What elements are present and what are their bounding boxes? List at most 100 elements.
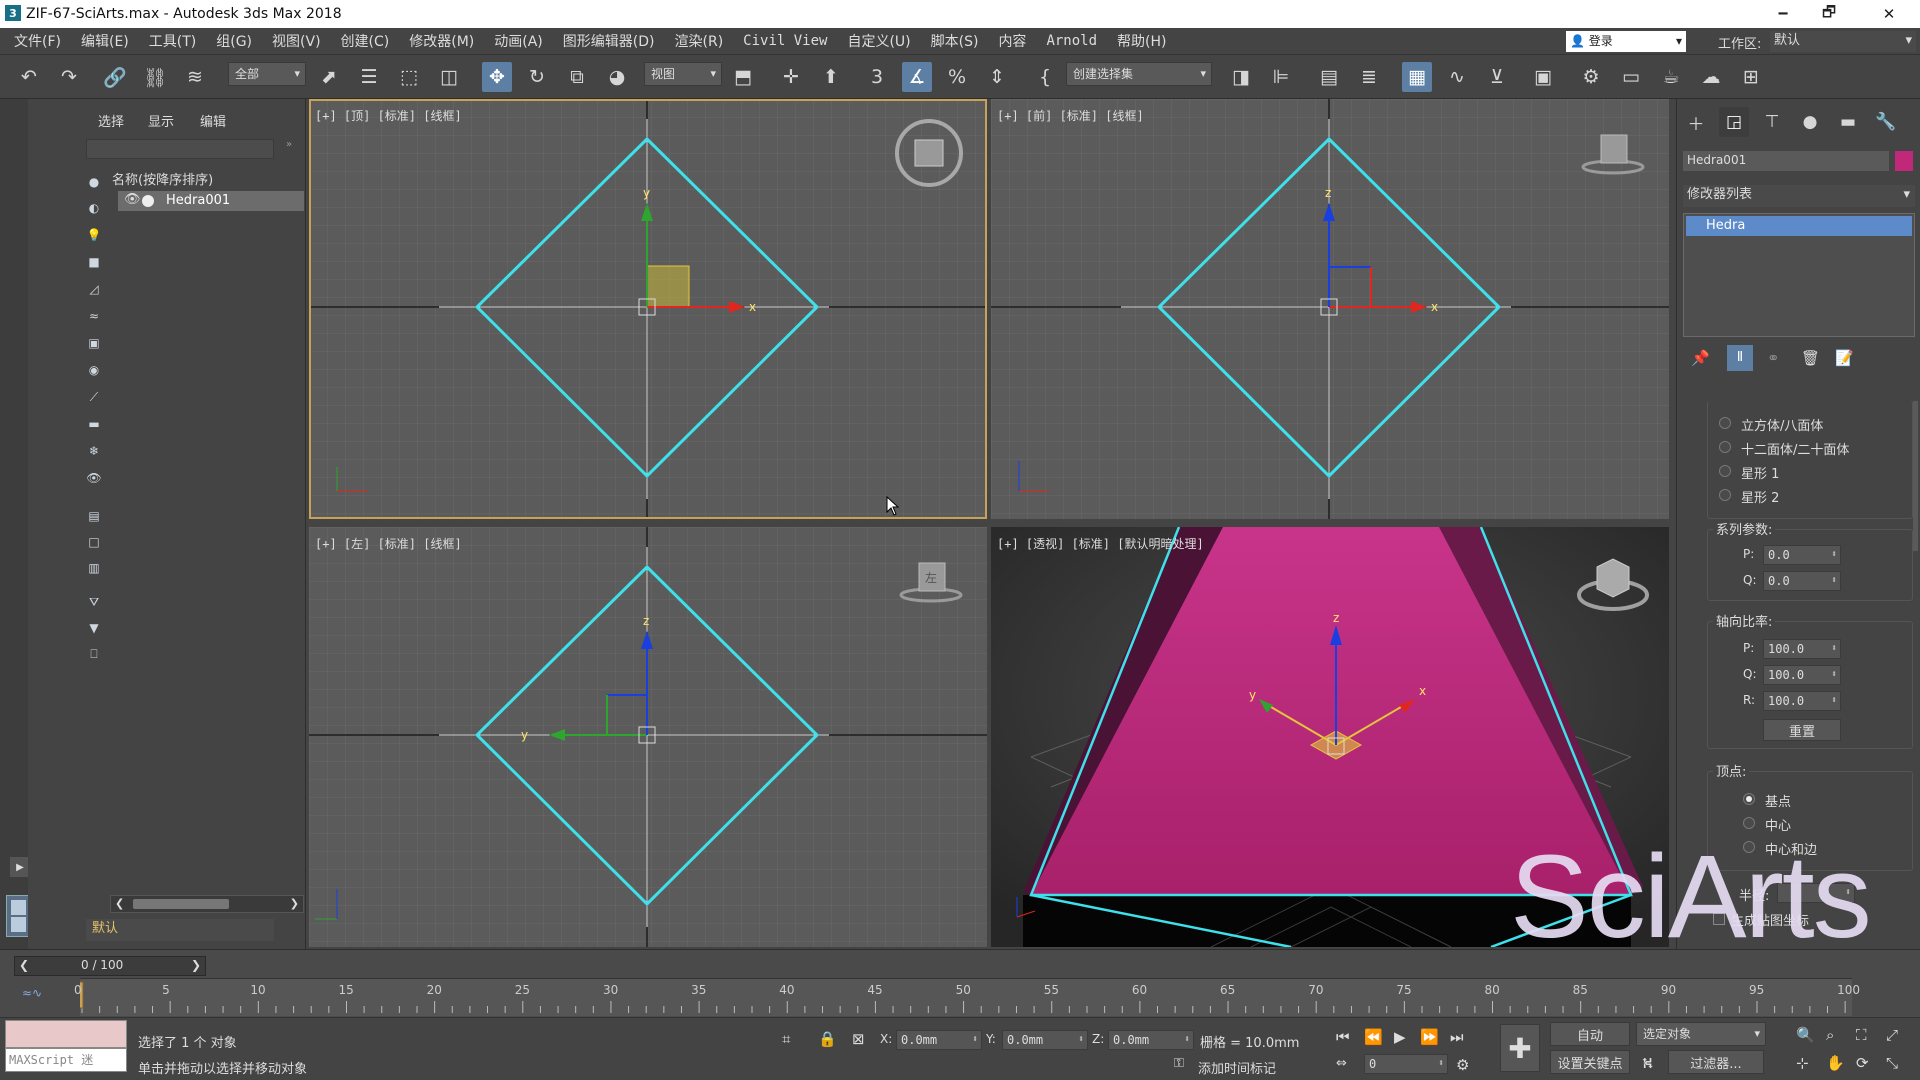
workspace-dropdown[interactable]: 默认 ▾ bbox=[1770, 31, 1916, 52]
maxscript-input[interactable]: MAXScript 迷 bbox=[5, 1048, 127, 1072]
unlink-button[interactable]: ⛓ bbox=[140, 62, 170, 92]
rendered-frame-window-button[interactable]: ▭ bbox=[1616, 62, 1646, 92]
zoom-extents-all-icon[interactable]: ⤢ bbox=[1886, 1026, 1898, 1044]
vertices-radio-center[interactable] bbox=[1743, 817, 1755, 829]
menu-graph-editors[interactable]: 图形编辑器(D) bbox=[553, 31, 665, 51]
vertices-radio-basepoint[interactable] bbox=[1743, 793, 1755, 805]
explorer-search-input[interactable] bbox=[86, 139, 274, 159]
viewport-perspective-label[interactable]: [+] [透视] [标准] [默认明暗处理] bbox=[997, 535, 1204, 552]
menu-customize[interactable]: 自定义(U) bbox=[837, 31, 920, 51]
pivot-center-button[interactable]: ⬒ bbox=[728, 62, 758, 92]
modify-tab-icon[interactable]: ◲ bbox=[1719, 107, 1749, 137]
utilities-tab-icon[interactable]: 🔧 bbox=[1871, 107, 1901, 137]
filter-icon[interactable]: ⛛ bbox=[84, 592, 104, 612]
play-icon[interactable]: ▶ bbox=[1394, 1028, 1406, 1046]
curve-editor-mini-icon[interactable]: ≈∿ bbox=[22, 986, 42, 1000]
angle-snap-button[interactable]: ∡ bbox=[902, 62, 932, 92]
toggle-ribbon-button[interactable]: ▦ bbox=[1402, 62, 1432, 92]
undo-button[interactable]: ↶ bbox=[14, 62, 44, 92]
display-tab-icon[interactable]: ▬ bbox=[1833, 107, 1863, 137]
align-button[interactable]: ⊫ bbox=[1266, 62, 1296, 92]
bone-filter-icon[interactable]: ⟋ bbox=[84, 387, 104, 407]
goto-end-icon[interactable]: ⏭ bbox=[1450, 1028, 1464, 1046]
snaps-toggle-button[interactable]: 3 bbox=[862, 62, 892, 92]
family-option-3[interactable]: 星形 1 bbox=[1741, 463, 1779, 482]
menu-civil-view[interactable]: Civil View bbox=[733, 33, 837, 49]
family-param-q-spinner[interactable]: 0.0 bbox=[1763, 571, 1841, 591]
motion-tab-icon[interactable]: ● bbox=[1795, 107, 1825, 137]
named-selection-set-dropdown[interactable]: 创建选择集 bbox=[1066, 62, 1212, 86]
keyboard-shortcut-override-button[interactable]: ⬆ bbox=[816, 62, 846, 92]
select-manipulate-button[interactable]: ✛ bbox=[776, 62, 806, 92]
display-none-icon[interactable]: □ bbox=[84, 532, 104, 552]
window-crossing-button[interactable]: ◫ bbox=[434, 62, 464, 92]
explorer-hscrollbar[interactable]: ❮ ❯ bbox=[110, 895, 304, 913]
set-key-big-button[interactable]: ✚ bbox=[1500, 1024, 1540, 1072]
auto-key-button[interactable]: 自动 bbox=[1550, 1022, 1630, 1046]
menu-tools[interactable]: 工具(T) bbox=[139, 31, 206, 51]
goto-start-icon[interactable]: ⏮ bbox=[1336, 1028, 1350, 1046]
render-in-cloud-button[interactable]: ☁ bbox=[1696, 62, 1726, 92]
explorer-tab-select[interactable]: 选择 bbox=[98, 111, 124, 130]
maximize-viewport-icon[interactable]: ⤡ bbox=[1886, 1054, 1898, 1072]
helper-filter-icon[interactable]: ◿ bbox=[84, 279, 104, 299]
menu-file[interactable]: 文件(F) bbox=[4, 31, 71, 51]
menu-view[interactable]: 视图(V) bbox=[262, 31, 331, 51]
explorer-tab-display[interactable]: 显示 bbox=[148, 111, 174, 130]
zoom-extents-icon[interactable]: ⛶ bbox=[1856, 1026, 1867, 1044]
remove-modifier-icon[interactable]: 🗑 bbox=[1801, 349, 1820, 367]
gizmo-xy-plane[interactable] bbox=[646, 265, 690, 308]
zoom-all-icon[interactable]: ⌕ bbox=[1826, 1026, 1834, 1044]
menu-create[interactable]: 创建(C) bbox=[331, 31, 400, 51]
container-filter-icon[interactable]: ▬ bbox=[84, 414, 104, 434]
hierarchy-tab-icon[interactable]: ⊤ bbox=[1757, 107, 1787, 137]
viewport-left[interactable]: y z 左 [+] [左] [标准] [线框] bbox=[309, 527, 987, 947]
x-coord-input[interactable]: 0.0mm bbox=[896, 1030, 982, 1050]
family-radio-1[interactable] bbox=[1719, 417, 1731, 429]
reference-coordinate-dropdown[interactable]: 视图 bbox=[644, 62, 722, 86]
hidden-filter-icon[interactable]: 👁 bbox=[84, 468, 104, 488]
family-radio-2[interactable] bbox=[1719, 441, 1731, 453]
percent-snap-button[interactable]: % bbox=[942, 62, 972, 92]
menu-group[interactable]: 组(G) bbox=[206, 31, 262, 51]
add-time-tag[interactable]: 添加时间标记 bbox=[1198, 1058, 1276, 1077]
shape-filter-icon[interactable]: ◐ bbox=[84, 198, 104, 218]
pan-icon[interactable]: ✋ bbox=[1826, 1054, 1845, 1072]
minimize-button[interactable]: 🗕 bbox=[1760, 0, 1806, 28]
create-tab-icon[interactable]: ＋ bbox=[1681, 107, 1711, 137]
display-all-icon[interactable]: ▤ bbox=[84, 506, 104, 526]
y-coord-input[interactable]: 0.0mm bbox=[1002, 1030, 1088, 1050]
next-key-icon[interactable]: ⏩ bbox=[1420, 1028, 1439, 1046]
prev-frame-icon[interactable]: ❮ bbox=[19, 958, 29, 972]
modifier-stack-item[interactable]: Hedra bbox=[1686, 216, 1912, 236]
expand-arrow-icon[interactable]: ▶ bbox=[10, 857, 30, 877]
absolute-mode-icon[interactable]: ⊠ bbox=[852, 1030, 865, 1048]
key-filters-icon[interactable]: ⛕ bbox=[1642, 1054, 1653, 1074]
explorer-tab-edit[interactable]: 编辑 bbox=[200, 111, 226, 130]
family-radio-3[interactable] bbox=[1719, 465, 1731, 477]
select-and-move-button[interactable]: ✥ bbox=[482, 62, 512, 92]
axis-scale-q-spinner[interactable]: 100.0 bbox=[1763, 665, 1841, 685]
current-frame-input[interactable]: 0 bbox=[1364, 1054, 1448, 1074]
spacewarp-filter-icon[interactable]: ≈ bbox=[84, 306, 104, 326]
selected-objects-dropdown[interactable]: 选定对象 bbox=[1636, 1022, 1766, 1046]
select-and-rotate-button[interactable]: ↻ bbox=[522, 62, 552, 92]
menu-arnold[interactable]: Arnold bbox=[1036, 33, 1107, 49]
z-coord-input[interactable]: 0.0mm bbox=[1108, 1030, 1194, 1050]
select-and-scale-button[interactable]: ⧉ bbox=[562, 62, 592, 92]
orbit-icon[interactable]: ⟳ bbox=[1856, 1054, 1869, 1072]
menu-content[interactable]: 内容 bbox=[988, 31, 1036, 51]
family-option-2[interactable]: 十二面体/二十面体 bbox=[1741, 439, 1873, 458]
material-editor-button[interactable]: ▣ bbox=[1528, 62, 1558, 92]
bind-space-warp-button[interactable]: ≋ bbox=[180, 62, 210, 92]
show-end-result-icon[interactable]: Ⅱ bbox=[1727, 345, 1753, 371]
modifier-list-dropdown[interactable]: 修改器列表 ▾ bbox=[1683, 185, 1915, 207]
pin-stack-icon[interactable]: 📌 bbox=[1691, 349, 1710, 367]
redo-button[interactable]: ↷ bbox=[54, 62, 84, 92]
axis-scale-p-spinner[interactable]: 100.0 bbox=[1763, 639, 1841, 659]
family-param-p-spinner[interactable]: 0.0 bbox=[1763, 545, 1841, 565]
next-frame-icon[interactable]: ❯ bbox=[191, 958, 201, 972]
selection-filter-dropdown[interactable]: 全部 bbox=[228, 62, 306, 86]
maximize-button[interactable]: 🗗 bbox=[1806, 0, 1852, 28]
menu-animation[interactable]: 动画(A) bbox=[484, 31, 553, 51]
